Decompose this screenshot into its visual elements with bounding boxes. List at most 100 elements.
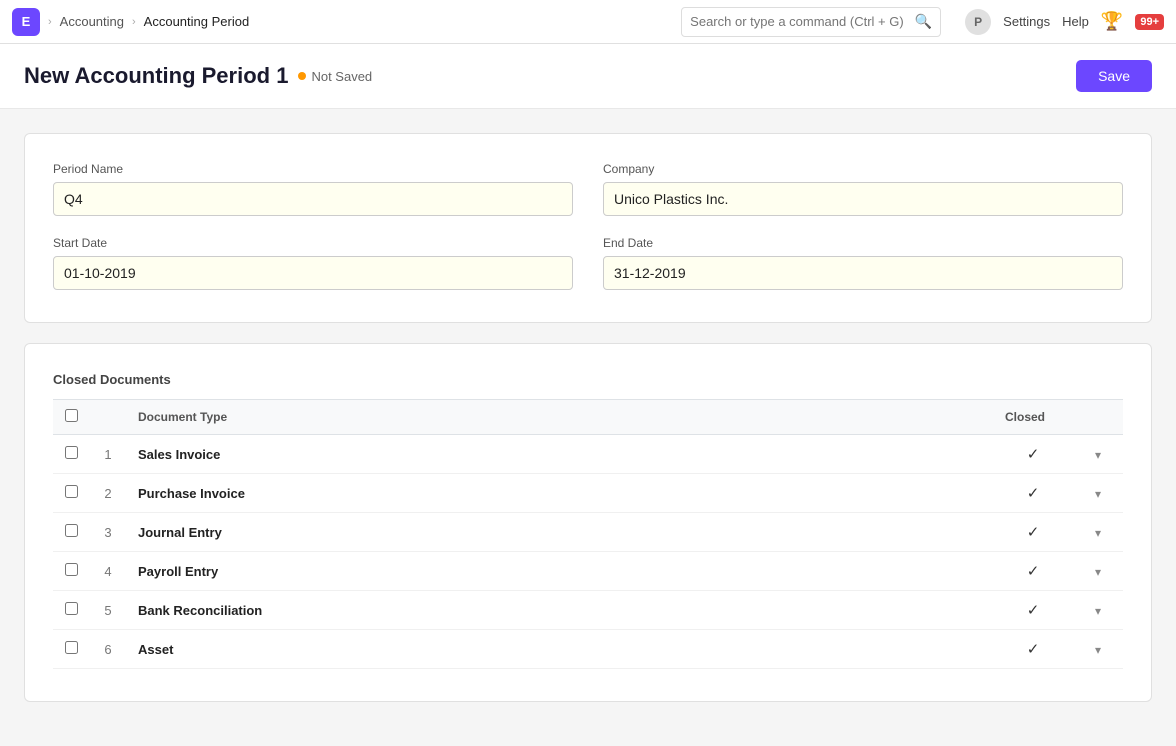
row-checkbox[interactable] bbox=[65, 641, 78, 654]
row-action-cell[interactable]: ▾ bbox=[1073, 630, 1123, 669]
status-dot bbox=[298, 72, 306, 80]
page-title: New Accounting Period 1 bbox=[24, 63, 288, 89]
row-document-type: Bank Reconciliation bbox=[126, 591, 993, 630]
row-num: 2 bbox=[90, 474, 126, 513]
breadcrumb-chevron-2: › bbox=[132, 16, 136, 28]
row-checkbox-cell bbox=[53, 435, 90, 474]
table-row: 4 Payroll Entry ✓ ▾ bbox=[53, 552, 1123, 591]
breadcrumb-chevron-1: › bbox=[48, 16, 52, 28]
period-name-group: Period Name bbox=[53, 162, 573, 216]
table-header-row: Document Type Closed bbox=[53, 400, 1123, 435]
search-icon: 🔍 bbox=[915, 13, 932, 30]
breadcrumb-accounting-period: Accounting Period bbox=[144, 14, 250, 29]
header-closed: Closed bbox=[993, 400, 1073, 435]
row-checkbox[interactable] bbox=[65, 446, 78, 459]
row-action-cell[interactable]: ▾ bbox=[1073, 474, 1123, 513]
header-checkbox[interactable] bbox=[65, 409, 78, 422]
table-row: 2 Purchase Invoice ✓ ▾ bbox=[53, 474, 1123, 513]
end-date-label: End Date bbox=[603, 236, 1123, 250]
closed-checkmark-icon: ✓ bbox=[1027, 602, 1040, 619]
table-row: 1 Sales Invoice ✓ ▾ bbox=[53, 435, 1123, 474]
row-num: 3 bbox=[90, 513, 126, 552]
closed-documents-card: Closed Documents Document Type Closed 1 bbox=[24, 343, 1152, 702]
period-name-label: Period Name bbox=[53, 162, 573, 176]
start-date-input[interactable] bbox=[53, 256, 573, 290]
help-button[interactable]: Help bbox=[1062, 14, 1089, 29]
row-num: 4 bbox=[90, 552, 126, 591]
header-num-cell bbox=[90, 400, 126, 435]
app-logo[interactable]: E bbox=[12, 8, 40, 36]
row-closed-cell: ✓ bbox=[993, 552, 1073, 591]
breadcrumb-accounting[interactable]: Accounting bbox=[60, 14, 124, 29]
top-navigation: E › Accounting › Accounting Period 🔍 P S… bbox=[0, 0, 1176, 44]
closed-checkmark-icon: ✓ bbox=[1027, 485, 1040, 502]
status-badge: Not Saved bbox=[298, 69, 372, 84]
table-row: 5 Bank Reconciliation ✓ ▾ bbox=[53, 591, 1123, 630]
end-date-input[interactable] bbox=[603, 256, 1123, 290]
period-name-input[interactable] bbox=[53, 182, 573, 216]
end-date-group: End Date bbox=[603, 236, 1123, 290]
closed-checkmark-icon: ✓ bbox=[1027, 446, 1040, 463]
search-bar[interactable]: 🔍 bbox=[681, 7, 941, 37]
row-checkbox[interactable] bbox=[65, 524, 78, 537]
closed-documents-title: Closed Documents bbox=[53, 372, 1123, 387]
search-input[interactable] bbox=[690, 14, 911, 29]
top-right-actions: P Settings Help 🏆 99+ bbox=[965, 9, 1164, 35]
settings-button[interactable]: Settings bbox=[1003, 14, 1050, 29]
chevron-down-icon[interactable]: ▾ bbox=[1095, 448, 1101, 462]
closed-documents-table: Document Type Closed 1 Sales Invoice ✓ ▾ bbox=[53, 399, 1123, 669]
company-input[interactable] bbox=[603, 182, 1123, 216]
header-checkbox-cell bbox=[53, 400, 90, 435]
row-num: 6 bbox=[90, 630, 126, 669]
start-date-group: Start Date bbox=[53, 236, 573, 290]
row-closed-cell: ✓ bbox=[993, 435, 1073, 474]
closed-checkmark-icon: ✓ bbox=[1027, 641, 1040, 658]
row-checkbox[interactable] bbox=[65, 563, 78, 576]
page-title-area: New Accounting Period 1 Not Saved bbox=[24, 63, 372, 89]
save-button[interactable]: Save bbox=[1076, 60, 1152, 92]
row-checkbox-cell bbox=[53, 591, 90, 630]
row-action-cell[interactable]: ▾ bbox=[1073, 552, 1123, 591]
row-checkbox-cell bbox=[53, 552, 90, 591]
company-label: Company bbox=[603, 162, 1123, 176]
company-group: Company bbox=[603, 162, 1123, 216]
row-action-cell[interactable]: ▾ bbox=[1073, 435, 1123, 474]
row-document-type: Asset bbox=[126, 630, 993, 669]
row-document-type: Purchase Invoice bbox=[126, 474, 993, 513]
chevron-down-icon[interactable]: ▾ bbox=[1095, 526, 1101, 540]
chevron-down-icon[interactable]: ▾ bbox=[1095, 604, 1101, 618]
row-closed-cell: ✓ bbox=[993, 630, 1073, 669]
status-text: Not Saved bbox=[311, 69, 372, 84]
header-action bbox=[1073, 400, 1123, 435]
row-checkbox-cell bbox=[53, 474, 90, 513]
form-grid: Period Name Company Start Date End Date bbox=[53, 162, 1123, 290]
row-closed-cell: ✓ bbox=[993, 474, 1073, 513]
chevron-down-icon[interactable]: ▾ bbox=[1095, 643, 1101, 657]
row-checkbox[interactable] bbox=[65, 602, 78, 615]
table-row: 3 Journal Entry ✓ ▾ bbox=[53, 513, 1123, 552]
row-num: 5 bbox=[90, 591, 126, 630]
row-action-cell[interactable]: ▾ bbox=[1073, 591, 1123, 630]
chevron-down-icon[interactable]: ▾ bbox=[1095, 565, 1101, 579]
row-checkbox-cell bbox=[53, 513, 90, 552]
page-header: New Accounting Period 1 Not Saved Save bbox=[0, 44, 1176, 109]
notification-badge[interactable]: 99+ bbox=[1135, 14, 1164, 30]
table-body: 1 Sales Invoice ✓ ▾ 2 Purchase Invoice ✓… bbox=[53, 435, 1123, 669]
main-content: Period Name Company Start Date End Date … bbox=[0, 109, 1176, 746]
start-date-label: Start Date bbox=[53, 236, 573, 250]
row-document-type: Journal Entry bbox=[126, 513, 993, 552]
row-checkbox[interactable] bbox=[65, 485, 78, 498]
avatar[interactable]: P bbox=[965, 9, 991, 35]
row-document-type: Sales Invoice bbox=[126, 435, 993, 474]
row-closed-cell: ✓ bbox=[993, 591, 1073, 630]
closed-checkmark-icon: ✓ bbox=[1027, 563, 1040, 580]
row-checkbox-cell bbox=[53, 630, 90, 669]
row-action-cell[interactable]: ▾ bbox=[1073, 513, 1123, 552]
table-row: 6 Asset ✓ ▾ bbox=[53, 630, 1123, 669]
chevron-down-icon[interactable]: ▾ bbox=[1095, 487, 1101, 501]
header-document-type: Document Type bbox=[126, 400, 993, 435]
closed-checkmark-icon: ✓ bbox=[1027, 524, 1040, 541]
trophy-icon: 🏆 bbox=[1101, 11, 1123, 32]
row-closed-cell: ✓ bbox=[993, 513, 1073, 552]
row-document-type: Payroll Entry bbox=[126, 552, 993, 591]
